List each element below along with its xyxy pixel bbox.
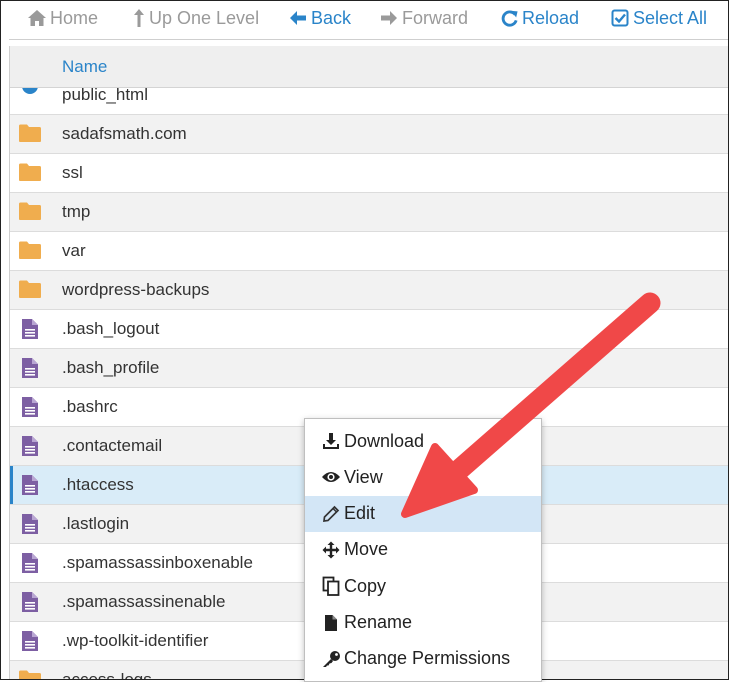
arrow-right-icon bbox=[379, 8, 399, 28]
file-name: access-logs bbox=[62, 670, 152, 680]
file-icon bbox=[21, 396, 45, 418]
up-one-level-label: Up One Level bbox=[149, 7, 260, 28]
table-row[interactable]: var bbox=[10, 231, 728, 270]
table-row[interactable]: wordpress-backups bbox=[10, 270, 728, 309]
back-label: Back bbox=[311, 7, 352, 28]
refresh-icon bbox=[499, 8, 519, 28]
file-name: .lastlogin bbox=[62, 514, 130, 533]
file-name: .contactemail bbox=[62, 436, 163, 455]
folder-icon bbox=[18, 279, 42, 301]
file-name: wordpress-backups bbox=[62, 280, 210, 299]
file-name: tmp bbox=[62, 202, 91, 221]
file-name: .spamassassinenable bbox=[62, 592, 226, 611]
reload-button[interactable]: Reload bbox=[499, 6, 579, 30]
file-icon bbox=[21, 591, 45, 613]
file-name: ssl bbox=[62, 163, 83, 182]
forward-button[interactable]: Forward bbox=[379, 6, 468, 30]
file-name: .bashrc bbox=[62, 397, 118, 416]
file-icon bbox=[21, 357, 45, 379]
context-menu: Download View Edit Move Copy Rename Change Per… bbox=[304, 418, 542, 682]
file-name: .bash_profile bbox=[62, 358, 160, 377]
menu-item-view[interactable]: View bbox=[305, 459, 541, 495]
table-header: Name bbox=[10, 46, 728, 88]
select-all-button[interactable]: Select All bbox=[610, 6, 707, 30]
file-name: .htaccess bbox=[62, 475, 134, 494]
back-button[interactable]: Back bbox=[288, 6, 351, 30]
menu-item-label: Change Permissions bbox=[344, 648, 511, 669]
file-name: .spamassassinboxenable bbox=[62, 553, 253, 572]
menu-item-label: Move bbox=[344, 539, 389, 560]
file-name: var bbox=[62, 241, 86, 260]
file-icon bbox=[21, 513, 45, 535]
file-name: .wp-toolkit-identifier bbox=[62, 631, 209, 650]
menu-item-label: Copy bbox=[344, 575, 387, 596]
folder-icon bbox=[18, 201, 42, 223]
folder-icon bbox=[18, 162, 42, 184]
toolbar-divider bbox=[9, 39, 728, 40]
pencil-icon bbox=[321, 504, 341, 524]
copy-icon bbox=[321, 576, 341, 597]
file-icon bbox=[21, 630, 45, 652]
menu-item-edit[interactable]: Edit bbox=[305, 495, 541, 532]
file-icon bbox=[21, 552, 45, 574]
forward-label: Forward bbox=[402, 7, 469, 28]
file-icon bbox=[21, 318, 45, 340]
table-row[interactable]: .bash_profile bbox=[10, 348, 728, 387]
menu-item-copy[interactable]: Copy bbox=[305, 568, 541, 604]
menu-item-label: Edit bbox=[344, 503, 376, 524]
home-button[interactable]: Home bbox=[27, 6, 98, 30]
toolbar: Home Up One Level Back Forward Reload Se… bbox=[1, 1, 728, 36]
table-row[interactable]: tmp bbox=[10, 192, 728, 231]
file-name: sadafsmath.com bbox=[62, 124, 187, 143]
checkbox-icon bbox=[610, 8, 630, 28]
file-icon bbox=[21, 474, 45, 496]
menu-item-move[interactable]: Move bbox=[305, 532, 541, 568]
link-folder-icon bbox=[18, 669, 42, 679]
file-icon bbox=[321, 613, 341, 633]
reload-label: Reload bbox=[522, 7, 580, 28]
arrow-left-icon bbox=[288, 8, 308, 28]
select-all-label: Select All bbox=[633, 7, 708, 28]
folder-icon bbox=[18, 240, 42, 262]
home-label: Home bbox=[50, 7, 99, 28]
file-name: .bash_logout bbox=[62, 319, 160, 338]
table-row[interactable]: ssl bbox=[10, 153, 728, 192]
folder-icon bbox=[18, 123, 42, 145]
name-column-header[interactable]: Name bbox=[62, 57, 107, 77]
menu-item-rename[interactable]: Rename bbox=[305, 605, 541, 641]
menu-item-label: View bbox=[344, 466, 383, 487]
file-icon bbox=[21, 435, 45, 457]
table-row[interactable]: .bash_logout bbox=[10, 309, 728, 348]
menu-item-download[interactable]: Download bbox=[305, 423, 541, 459]
home-icon bbox=[27, 8, 47, 28]
download-icon bbox=[321, 431, 341, 451]
table-row[interactable]: sadafsmath.com bbox=[10, 114, 728, 153]
up-one-level-button[interactable]: Up One Level bbox=[132, 6, 259, 30]
level-up-icon bbox=[132, 8, 146, 28]
eye-icon bbox=[321, 467, 341, 487]
move-icon bbox=[321, 540, 341, 560]
key-icon bbox=[321, 649, 341, 669]
file-name: public_html bbox=[62, 85, 148, 104]
menu-item-label: Download bbox=[344, 430, 425, 451]
menu-item-label: Rename bbox=[344, 612, 413, 632]
menu-item-change-permissions[interactable]: Change Permissions bbox=[305, 641, 541, 677]
